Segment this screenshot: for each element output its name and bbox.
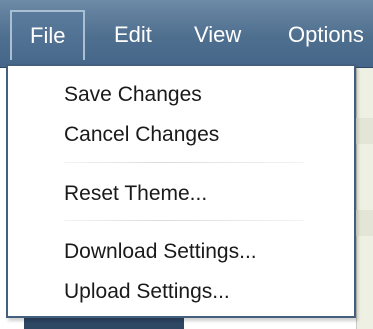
menu-separator <box>64 220 304 221</box>
menu-bar: File Edit View Options <box>0 0 373 68</box>
file-menu-dropdown: Save Changes Cancel Changes Reset Theme.… <box>6 64 356 318</box>
menu-options[interactable]: Options <box>288 10 364 60</box>
menu-item-upload-settings[interactable]: Upload Settings... <box>8 272 354 312</box>
background-row <box>356 118 373 144</box>
menu-item-save-changes[interactable]: Save Changes <box>8 75 354 115</box>
menu-view[interactable]: View <box>194 10 241 60</box>
menu-edit[interactable]: Edit <box>114 10 152 60</box>
background-row <box>356 210 373 236</box>
menu-separator <box>64 162 304 163</box>
menu-item-reset-theme[interactable]: Reset Theme... <box>8 174 354 214</box>
background-panel <box>356 68 373 329</box>
menu-file[interactable]: File <box>10 10 86 60</box>
menu-item-cancel-changes[interactable]: Cancel Changes <box>8 115 354 155</box>
menu-item-download-settings[interactable]: Download Settings... <box>8 232 354 272</box>
background-strip <box>24 318 184 329</box>
app-window: File Edit View Options Save Changes Canc… <box>0 0 373 329</box>
